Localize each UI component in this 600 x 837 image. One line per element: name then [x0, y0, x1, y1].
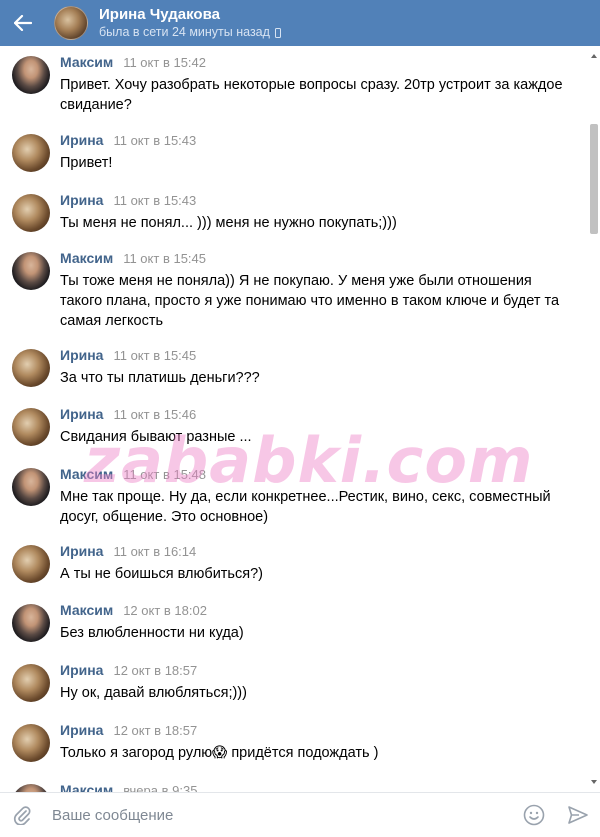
message-text: Привет!: [60, 155, 113, 171]
message-meta: Ирина 12 окт в 18:57: [60, 722, 197, 738]
message-time[interactable]: вчера в 9:35: [123, 783, 197, 792]
message-text: Ты тоже меня не поняла)) Я не покупаю. У…: [60, 273, 560, 329]
message-meta: Максим 11 окт в 15:48: [60, 466, 206, 482]
back-arrow-icon: [14, 15, 32, 31]
contact-name: Ирина Чудакова: [99, 6, 220, 24]
message-author[interactable]: Ирина: [60, 406, 103, 422]
message-time[interactable]: 11 окт в 15:42: [123, 55, 206, 70]
sender-avatar[interactable]: [12, 252, 50, 290]
scroll-thumb[interactable]: [590, 124, 598, 234]
sender-avatar[interactable]: [12, 724, 50, 762]
message-author[interactable]: Ирина: [60, 347, 103, 363]
status-text: была в сети 24 минуты назад: [99, 25, 270, 40]
message-text: Ты меня не понял... ))) меня не нужно по…: [60, 215, 397, 231]
message-meta: Ирина 11 окт в 15:43: [60, 192, 196, 208]
sender-avatar[interactable]: [12, 664, 50, 702]
message-author[interactable]: Максим: [60, 782, 113, 792]
message-input[interactable]: [44, 797, 512, 833]
send-icon: [568, 806, 588, 824]
message-author[interactable]: Ирина: [60, 722, 103, 738]
message-meta: Ирина 12 окт в 18:57: [60, 662, 197, 678]
message-time[interactable]: 11 окт в 15:45: [123, 251, 206, 266]
message-time[interactable]: 11 окт в 15:46: [113, 407, 196, 422]
message-time[interactable]: 11 окт в 15:43: [113, 193, 196, 208]
message-text: Без влюбленности ни куда): [60, 625, 244, 641]
message-text: Ну ок, давай влюбляться;))): [60, 685, 247, 701]
message-text: Только я загород рулю😱 придётся подождат…: [60, 745, 379, 761]
message-meta: Максим 12 окт в 18:02: [60, 602, 207, 618]
message-meta: Ирина 11 окт в 15:46: [60, 406, 196, 422]
message-text: Привет. Хочу разобрать некоторые вопросы…: [60, 77, 563, 113]
scroll-up-arrow-icon[interactable]: [591, 54, 597, 58]
sender-avatar[interactable]: [12, 545, 50, 583]
attach-button[interactable]: [0, 793, 44, 837]
sender-avatar[interactable]: [12, 194, 50, 232]
message-time[interactable]: 12 окт в 18:02: [123, 603, 207, 618]
phone-icon: [274, 27, 281, 38]
sender-avatar[interactable]: [12, 468, 50, 506]
message-author[interactable]: Максим: [60, 54, 113, 70]
message-time[interactable]: 11 окт в 15:43: [113, 133, 196, 148]
message-text: Мне так проще. Ну да, если конкретнее...…: [60, 489, 551, 525]
smile-icon: [523, 804, 545, 826]
contact-info[interactable]: Ирина Чудакова была в сети 24 минуты наз…: [99, 6, 281, 40]
scroll-down-arrow-icon[interactable]: [591, 780, 597, 784]
message-meta: Максим 11 окт в 15:45: [60, 250, 206, 266]
sender-avatar[interactable]: [12, 604, 50, 642]
sender-avatar[interactable]: [12, 56, 50, 94]
sender-avatar[interactable]: [12, 784, 50, 792]
sender-avatar[interactable]: [12, 134, 50, 172]
paperclip-icon: [13, 806, 31, 825]
message-author[interactable]: Максим: [60, 602, 113, 618]
message-author[interactable]: Максим: [60, 250, 113, 266]
message-author[interactable]: Ирина: [60, 192, 103, 208]
message-meta: Максим вчера в 9:35: [60, 782, 197, 792]
message-author[interactable]: Ирина: [60, 662, 103, 678]
message-time[interactable]: 12 окт в 18:57: [113, 723, 197, 738]
message-meta: Ирина 11 окт в 16:14: [60, 543, 196, 559]
contact-avatar[interactable]: [54, 6, 88, 40]
message-list[interactable]: Максим 11 окт в 15:42 Привет. Хочу разобра…: [0, 46, 600, 792]
message-meta: Максим 11 окт в 15:42: [60, 54, 206, 70]
message-meta: Ирина 11 окт в 15:43: [60, 132, 196, 148]
message-time[interactable]: 11 окт в 15:48: [123, 467, 206, 482]
message-time[interactable]: 11 окт в 15:45: [113, 348, 196, 363]
message-text: За что ты платишь деньги???: [60, 370, 260, 386]
message-author[interactable]: Максим: [60, 466, 113, 482]
back-button[interactable]: [0, 0, 46, 46]
contact-status: была в сети 24 минуты назад: [99, 25, 281, 39]
emoji-button[interactable]: [512, 793, 556, 837]
message-author[interactable]: Ирина: [60, 543, 103, 559]
sender-avatar[interactable]: [12, 408, 50, 446]
chat-header: Ирина Чудакова была в сети 24 минуты наз…: [0, 0, 600, 46]
message-author[interactable]: Ирина: [60, 132, 103, 148]
message-text: Свидания бывают разные ...: [60, 429, 252, 445]
send-button[interactable]: [556, 793, 600, 837]
message-meta: Ирина 11 окт в 15:45: [60, 347, 196, 363]
message-time[interactable]: 12 окт в 18:57: [113, 663, 197, 678]
message-composer: [0, 792, 600, 837]
sender-avatar[interactable]: [12, 349, 50, 387]
message-text: А ты не боишься влюбиться?): [60, 566, 263, 582]
message-time[interactable]: 11 окт в 16:14: [113, 544, 196, 559]
scrollbar[interactable]: [590, 54, 598, 784]
